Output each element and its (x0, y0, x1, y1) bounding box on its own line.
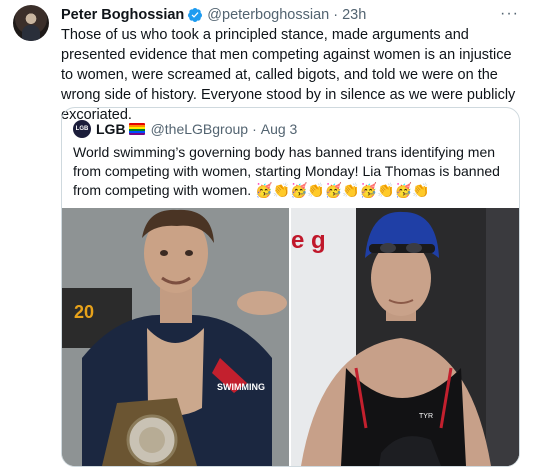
quoted-author-handle[interactable]: @theLGBgroup (151, 121, 249, 137)
tweet-timestamp[interactable]: 23h (342, 7, 366, 23)
quoted-timestamp[interactable]: Aug 3 (261, 121, 298, 137)
banner-letters: e g (291, 227, 326, 254)
tweet-card[interactable]: Peter Boghossian @peterboghossian · 23h … (0, 0, 535, 476)
tweet-header: Peter Boghossian @peterboghossian · 23h (61, 5, 366, 25)
quoted-tweet-header: LGB LGB @theLGBgroup · Aug 3 (73, 119, 297, 139)
photo-male-swimmer-drawing: 20 SWIMMING (62, 208, 289, 466)
quoted-author-avatar[interactable]: LGB (73, 120, 91, 138)
quoted-author-name[interactable]: LGB (96, 121, 126, 137)
scoreboard-digits: 20 (74, 302, 94, 322)
rainbow-flag-icon (128, 123, 145, 135)
verified-badge-icon (188, 8, 203, 22)
celebration-emojis: 🥳👏🥳👏🥳👏🥳👏🥳👏 (255, 182, 430, 198)
quoted-media[interactable]: 20 SWIMMING e g TYR (62, 208, 519, 466)
photo-female-category-swimmer-drawing: e g TYR (291, 208, 519, 466)
author-handle[interactable]: @peterboghossian (207, 7, 329, 23)
more-options-icon[interactable]: ··· (500, 5, 519, 23)
author-avatar[interactable] (13, 5, 49, 41)
suit-brand-text: TYR (419, 413, 433, 420)
quoted-header-separator: · (252, 121, 257, 137)
quoted-tweet[interactable]: LGB LGB @theLGBgroup · Aug 3 World swimm… (61, 107, 520, 467)
photo-female-category-swimmer[interactable]: e g TYR (291, 208, 519, 466)
header-separator: · (333, 7, 339, 23)
photo-male-swimmer[interactable]: 20 SWIMMING (62, 208, 289, 466)
swimming-logo-text: SWIMMING (217, 382, 265, 392)
quoted-tweet-text: World swimming’s governing body has bann… (73, 143, 503, 200)
author-name[interactable]: Peter Boghossian (61, 7, 184, 23)
